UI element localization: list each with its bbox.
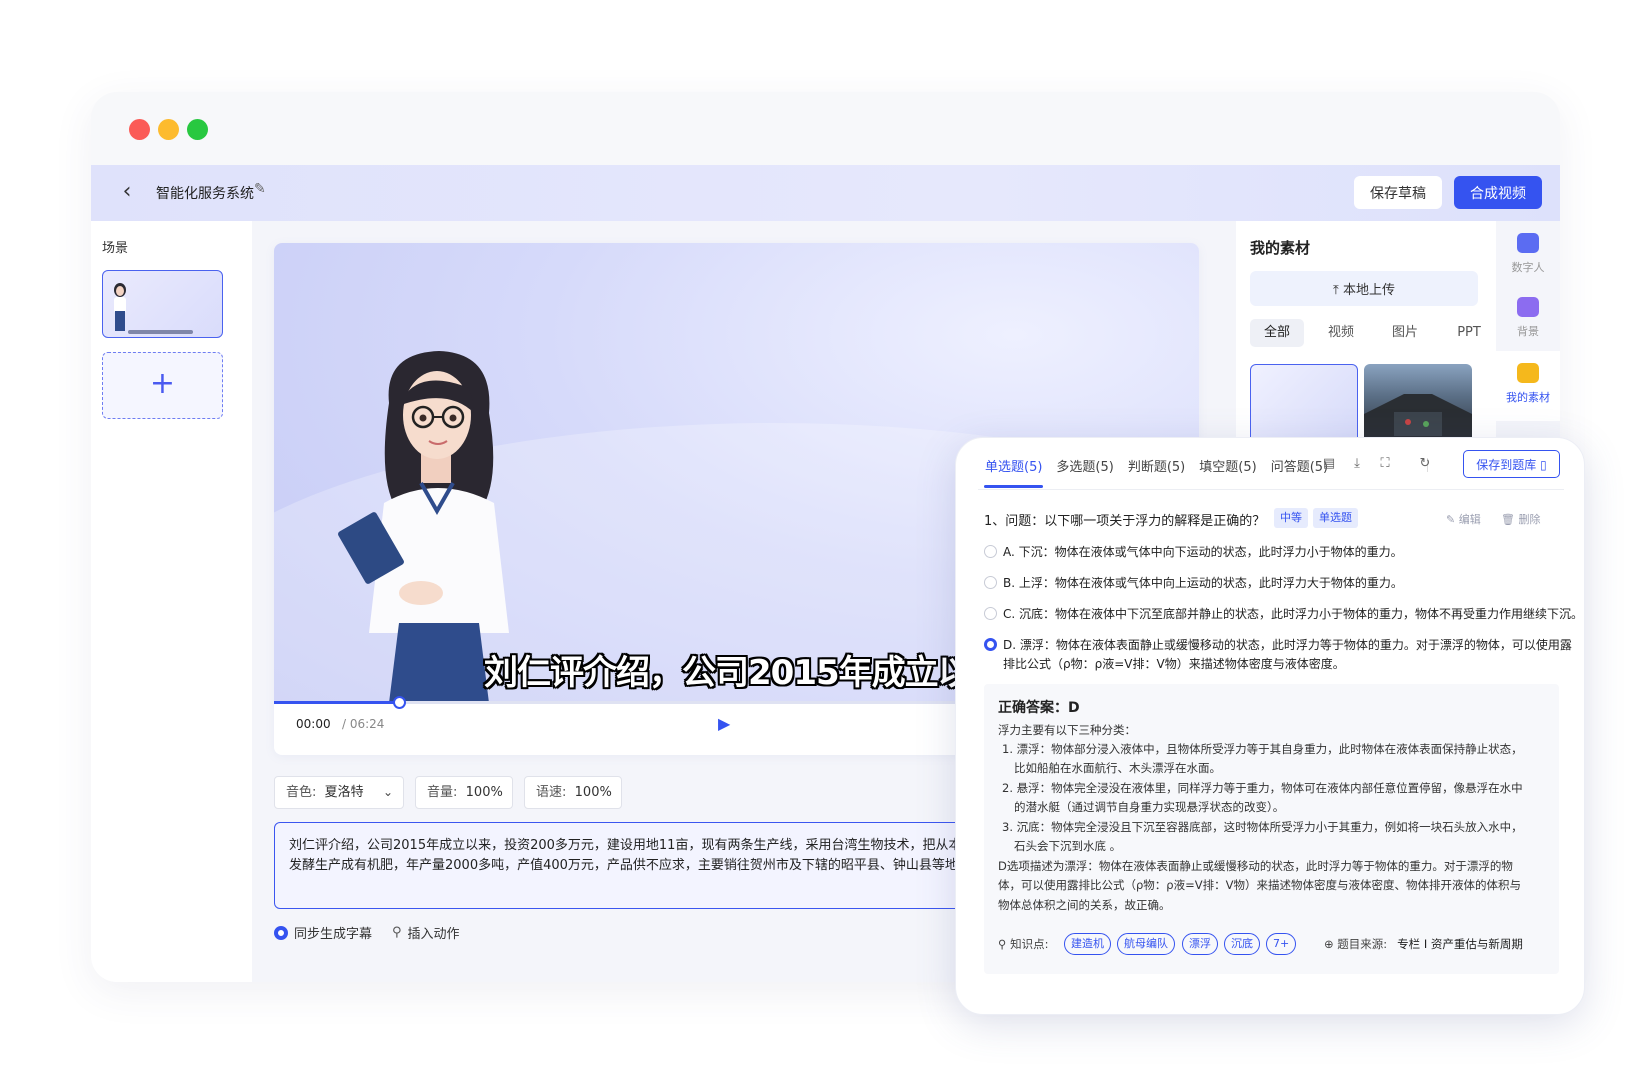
download-icon[interactable]: ⤓ [1349, 456, 1365, 472]
chevron-down-icon: ⌄ [382, 785, 393, 799]
tab-image[interactable]: 图片 [1378, 319, 1432, 347]
radio-unchecked-icon [984, 576, 997, 589]
tab-fill-blank[interactable]: 填空题(5) [1192, 452, 1263, 488]
background-icon [1517, 297, 1539, 317]
folder-icon [1517, 363, 1539, 383]
explanation-line: 比如船舶在水面航行、木头漂浮在水面。 [1014, 761, 1221, 775]
quiz-tabs: 单选题(5) 多选题(5) 判断题(5) 填空题(5) 问答题(5) [978, 452, 1335, 488]
sidenav-background[interactable]: 背景 [1496, 285, 1560, 349]
document-icon[interactable]: ▤ [1321, 456, 1337, 472]
option-a[interactable]: A. 下沉：物体在液体或气体中向下运动的状态，此时浮力小于物体的重力。 [984, 542, 1403, 562]
knowledge-tag[interactable]: 沉底 [1224, 933, 1260, 955]
globe-icon: ⊕ [1324, 937, 1334, 951]
save-to-bank-button[interactable]: 保存到题库 ▯ [1463, 450, 1560, 478]
more-tags-badge[interactable]: 7+ [1266, 933, 1297, 955]
avatar-thumbnail-icon [114, 283, 126, 331]
tab-true-false[interactable]: 判断题(5) [1121, 452, 1192, 488]
knowledge-point-label: ⚲ 知识点: [998, 937, 1049, 951]
quiz-panel: 单选题(5) 多选题(5) 判断题(5) 填空题(5) 问答题(5) ▤ ⤓ ⛶… [955, 437, 1585, 1015]
tab-all[interactable]: 全部 [1250, 319, 1304, 347]
speed-value: 100% [574, 785, 612, 800]
volume-value: 100% [465, 785, 503, 800]
back-arrow-icon[interactable]: ‹ [113, 179, 141, 207]
explanation-line: D选项描述为漂浮：物体在液体表面静止或缓慢移动的状态，此时浮力等于物体的重力。对… [998, 859, 1513, 873]
progress-knob[interactable] [392, 696, 406, 709]
digital-human-icon [1517, 233, 1539, 253]
explanation-line: 3. 沉底：物体完全浸没且下沉至容器底部，这时物体所受浮力小于其重力，例如将一块… [1002, 820, 1523, 834]
volume-field[interactable]: 音量: 100% [415, 776, 513, 809]
save-draft-button[interactable]: 保存草稿 [1354, 176, 1442, 209]
explanation-line: 1. 漂浮：物体部分浸入液体中，且物体所受浮力等于其自身重力，此时物体在液体表面… [1002, 742, 1523, 756]
correct-answer: 正确答案：D [998, 700, 1080, 716]
type-badge: 单选题 [1313, 508, 1358, 528]
knowledge-tag[interactable]: 建造机 [1064, 933, 1111, 955]
close-window-button[interactable] [129, 119, 150, 140]
explanation-line: 的潜水艇（通过调节自身重力实现悬浮状态的改变）。 [1014, 800, 1285, 814]
window-titlebar [91, 92, 1560, 165]
insert-action-option[interactable]: ⚲ 插入动作 [392, 923, 460, 942]
option-b[interactable]: B. 上浮：物体在液体或气体中向上运动的状态，此时浮力大于物体的重力。 [984, 573, 1403, 593]
sidenav-my-material[interactable]: 我的素材 [1496, 351, 1560, 421]
radio-checked-icon [984, 638, 997, 651]
material-thumbnail[interactable] [1364, 364, 1472, 444]
sidenav-digital-human[interactable]: 数字人 [1496, 221, 1560, 285]
action-figure-icon: ⚲ [392, 925, 402, 940]
local-upload-button[interactable]: ⤒ 本地上传 [1250, 271, 1478, 306]
explanation-line: 2. 悬浮：物体完全浸没在液体里，同样浮力等于重力，物体可在液体内部任意位置停留… [1002, 781, 1523, 795]
edit-question-button[interactable]: ✎ 编辑 [1446, 511, 1481, 527]
explanation-line: 石头会下沉到水底 。 [1014, 839, 1122, 853]
tab-ppt[interactable]: PPT [1442, 319, 1496, 347]
scene-label: 场景 [102, 241, 129, 256]
explanation-line: 体，可以使用露排比公式（ρ物：ρ液=V排：V物）来描述物体密度与液体密度、物体排… [998, 878, 1521, 892]
voice-value: 夏洛特 [324, 785, 364, 800]
video-subtitle: 刘仁评介绍，公司2015年成立以 [484, 653, 972, 693]
tab-single-choice[interactable]: 单选题(5) [978, 452, 1049, 488]
minimize-window-button[interactable] [158, 119, 179, 140]
option-d[interactable]: D. 漂浮：物体在液体表面静止或缓慢移动的状态，此时浮力等于物体的重力。对于漂浮… [984, 635, 1572, 655]
refresh-icon[interactable]: ↻ [1417, 456, 1433, 472]
material-title: 我的素材 [1250, 239, 1311, 257]
tab-video[interactable]: 视频 [1314, 319, 1368, 347]
radio-checked-icon [274, 925, 288, 940]
thumbnail-subtitle-bar [128, 330, 193, 334]
add-scene-button[interactable]: + [102, 352, 223, 419]
project-title: 智能化服务系统 [156, 186, 254, 202]
material-thumbnail[interactable] [1250, 364, 1358, 444]
cockpit-image-icon [1364, 394, 1472, 444]
play-icon[interactable]: ▶ [718, 716, 734, 732]
pencil-edit-icon[interactable]: ✎ [254, 181, 272, 199]
radio-unchecked-icon [984, 545, 997, 558]
pin-icon: ⚲ [998, 937, 1007, 951]
knowledge-tag[interactable]: 漂浮 [1182, 933, 1218, 955]
scene-thumbnail[interactable] [102, 270, 223, 338]
question-source: ⊕ 题目来源: 专栏 I 资产重估与新周期 [1324, 937, 1523, 951]
total-time: / 06:24 [342, 717, 385, 731]
upload-icon: ⤒ [1333, 283, 1339, 298]
explanation-line: 物体总体积之间的关系，故正确。 [998, 898, 1171, 912]
option-c[interactable]: C. 沉底：物体在液体中下沉至底部并静止的状态，此时浮力小于物体的重力，物体不再… [984, 604, 1583, 624]
compose-video-button[interactable]: 合成视频 [1454, 176, 1542, 209]
knowledge-tag[interactable]: 航母编队 [1117, 933, 1175, 955]
save-icon: ▯ [1540, 457, 1547, 472]
option-d-continued: 排比公式（ρ物：ρ液=V排：V物）来描述物体密度与液体密度。 [1003, 657, 1345, 671]
tab-multiple-choice[interactable]: 多选题(5) [1049, 452, 1120, 488]
speed-field[interactable]: 语速: 100% [524, 776, 622, 809]
progress-fill [274, 701, 399, 704]
top-toolbar: ‹ 智能化服务系统 ✎ 保存草稿 合成视频 [91, 165, 1560, 221]
difficulty-badge: 中等 [1274, 508, 1308, 528]
scene-panel: 场景 + [91, 221, 252, 982]
delete-question-button[interactable]: 🗑 删除 [1501, 511, 1540, 527]
material-tabs: 全部 视频 图片 PPT [1250, 319, 1496, 347]
explanation-line: 浮力主要有以下三种分类： [998, 723, 1136, 737]
fullscreen-icon[interactable]: ⛶ [1377, 456, 1393, 472]
radio-unchecked-icon [984, 607, 997, 620]
answer-section: 正确答案：D 浮力主要有以下三种分类： 1. 漂浮：物体部分浸入液体中，且物体所… [984, 684, 1559, 974]
maximize-window-button[interactable] [187, 119, 208, 140]
current-time: 00:00 [296, 717, 331, 731]
voice-select[interactable]: 音色: 夏洛特 ⌄ [274, 776, 404, 809]
question-text: 1、问题：以下哪一项关于浮力的解释是正确的？ [984, 514, 1266, 529]
sync-subtitle-option[interactable]: 同步生成字幕 [274, 923, 372, 942]
